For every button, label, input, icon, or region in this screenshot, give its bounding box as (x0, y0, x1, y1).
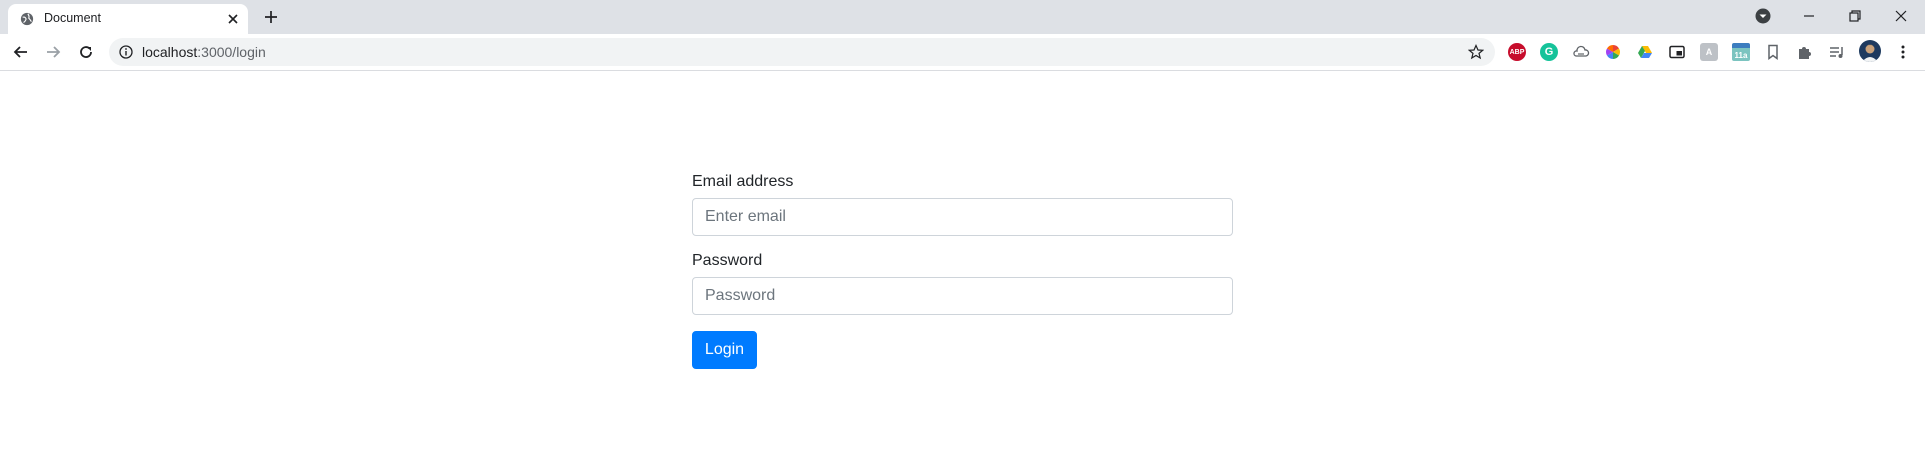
translate-extension-label: A (1705, 47, 1713, 57)
cloud-extension-icon[interactable] (1572, 43, 1590, 61)
new-tab-icon[interactable] (262, 8, 280, 26)
browser-toolbar: localhost:3000/login ABP G A 11a (0, 34, 1925, 71)
password-group: Password (692, 252, 1233, 315)
login-form: Email address Password Login (692, 173, 1233, 369)
email-label: Email address (692, 173, 794, 190)
grammarly-label: G (1544, 46, 1554, 58)
reload-icon[interactable] (76, 42, 96, 62)
url-text[interactable]: localhost:3000/login (142, 44, 266, 60)
restore-icon[interactable] (1845, 6, 1865, 26)
adblock-plus-icon[interactable]: ABP (1508, 43, 1526, 61)
forward-arrow-icon[interactable] (43, 42, 63, 62)
media-control-icon[interactable] (1828, 43, 1846, 61)
tab-search-icon[interactable] (1753, 6, 1773, 26)
bookmark-star-icon[interactable] (1468, 44, 1484, 60)
extensions-puzzle-icon[interactable] (1796, 43, 1814, 61)
avatar-portrait-icon (1862, 44, 1878, 62)
password-input[interactable] (692, 277, 1233, 315)
tab-strip: Document (0, 0, 1925, 34)
page-content: Email address Password Login (0, 71, 1925, 453)
tab-title: Document (44, 11, 101, 25)
bookmark-extension-icon[interactable] (1764, 43, 1782, 61)
calendar-extension-icon[interactable]: 11a (1732, 43, 1750, 61)
address-bar[interactable]: localhost:3000/login (109, 38, 1495, 66)
close-tab-icon[interactable] (226, 12, 240, 26)
color-wheel-icon[interactable] (1604, 43, 1622, 61)
adblock-plus-label: ABP (1509, 48, 1525, 56)
email-group: Email address (692, 173, 1233, 236)
calendar-extension-label: 11a (1734, 51, 1748, 60)
login-button[interactable]: Login (692, 331, 757, 369)
close-window-icon[interactable] (1891, 6, 1911, 26)
profile-avatar[interactable] (1859, 40, 1881, 62)
info-icon[interactable] (119, 45, 133, 59)
browser-menu-icon[interactable] (1894, 43, 1912, 61)
back-arrow-icon[interactable] (11, 42, 31, 62)
browser-tab[interactable]: Document (8, 4, 248, 34)
email-input[interactable] (692, 198, 1233, 236)
grammarly-icon[interactable]: G (1540, 43, 1558, 61)
globe-icon (20, 12, 34, 26)
minimize-icon[interactable] (1799, 6, 1819, 26)
translate-extension-icon[interactable]: A (1700, 43, 1718, 61)
url-host: localhost (142, 44, 198, 60)
google-drive-icon[interactable] (1636, 43, 1654, 61)
picture-in-picture-icon[interactable] (1668, 43, 1686, 61)
url-path: :3000/login (197, 44, 266, 60)
password-label: Password (692, 252, 763, 269)
